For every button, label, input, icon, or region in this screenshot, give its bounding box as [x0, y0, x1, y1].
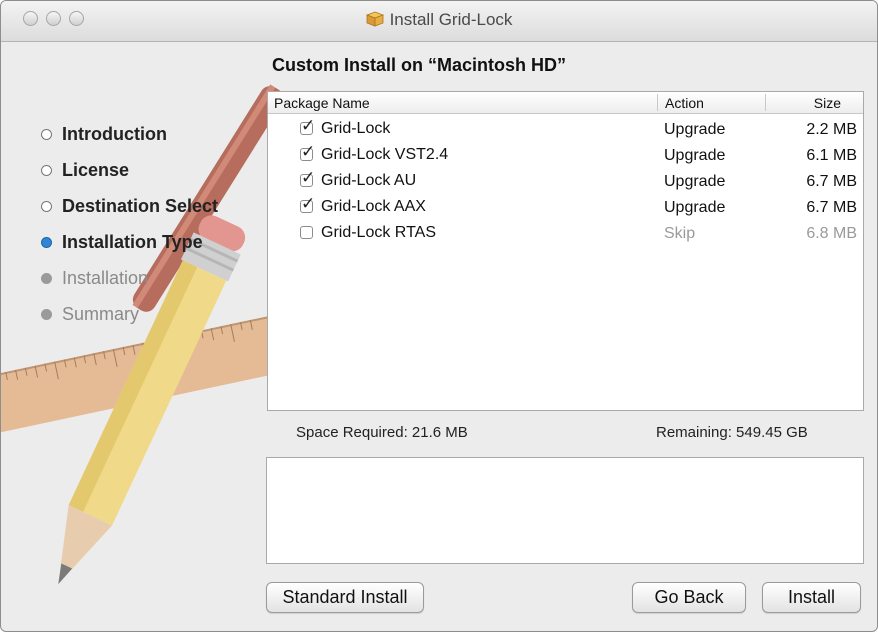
package-name: Grid-Lock RTAS	[321, 224, 436, 241]
installer-content: Introduction License Destination Select …	[1, 42, 877, 631]
standard-install-button[interactable]: Standard Install	[266, 582, 424, 613]
package-name: Grid-Lock	[321, 120, 391, 137]
remaining-space-label: Remaining: 549.45 GB	[656, 424, 808, 441]
package-icon	[365, 11, 384, 27]
package-name: Grid-Lock AAX	[321, 198, 426, 215]
table-row[interactable]: Grid-Lock RTAS Skip 6.8 MB	[268, 221, 863, 247]
package-action: Upgrade	[664, 121, 726, 138]
column-divider[interactable]	[765, 94, 766, 111]
title-bar: Install Grid-Lock	[1, 1, 877, 42]
package-checkbox[interactable]: ✓	[300, 117, 315, 135]
package-size: 6.1 MB	[806, 147, 857, 164]
step-label: License	[62, 160, 130, 180]
package-size: 6.7 MB	[806, 199, 857, 216]
step-label: Installation Type	[62, 232, 203, 252]
table-row[interactable]: ✓ Grid-Lock AU Upgrade 6.7 MB	[268, 169, 863, 195]
table-row[interactable]: ✓ Grid-Lock Upgrade 2.2 MB	[268, 117, 863, 143]
package-size: 6.8 MB	[806, 225, 857, 242]
package-description-box[interactable]	[266, 457, 864, 564]
step-label: Destination Select	[62, 196, 219, 216]
table-row[interactable]: ✓ Grid-Lock AAX Upgrade 6.7 MB	[268, 195, 863, 221]
window-title-text: Install Grid-Lock	[389, 10, 513, 29]
checkmark-icon: ✓	[301, 168, 316, 187]
package-name: Grid-Lock VST2.4	[321, 146, 449, 163]
package-action: Upgrade	[664, 173, 726, 190]
package-action: Upgrade	[664, 199, 726, 216]
step-label: Introduction	[62, 124, 167, 144]
column-header-package-name[interactable]: Package Name	[274, 95, 370, 111]
install-button[interactable]: Install	[762, 582, 861, 613]
space-required-label: Space Required: 21.6 MB	[296, 424, 468, 441]
table-header: Package Name Action Size	[268, 92, 863, 114]
package-checkbox[interactable]	[300, 226, 313, 239]
package-action: Upgrade	[664, 147, 726, 164]
column-header-action[interactable]: Action	[665, 95, 704, 111]
package-size: 6.7 MB	[806, 173, 857, 190]
step-label: Summary	[62, 304, 140, 324]
step-label: Installation	[62, 268, 149, 288]
table-row[interactable]: ✓ Grid-Lock VST2.4 Upgrade 6.1 MB	[268, 143, 863, 169]
installer-window: Install Grid-Lock Introduction License D…	[0, 0, 878, 632]
package-name: Grid-Lock AU	[321, 172, 417, 189]
column-header-size[interactable]: Size	[814, 95, 841, 111]
checkmark-icon: ✓	[301, 142, 316, 161]
step-bullet-icon	[41, 309, 52, 320]
step-bullet-icon	[41, 129, 52, 140]
package-table[interactable]: Package Name Action Size ✓ Grid-Lock Upg…	[267, 91, 864, 411]
page-title: Custom Install on “Macintosh HD”	[272, 55, 567, 75]
package-checkbox[interactable]: ✓	[300, 195, 315, 213]
column-divider[interactable]	[657, 94, 658, 111]
package-action: Skip	[664, 225, 696, 242]
window-title: Install Grid-Lock	[1, 10, 877, 30]
package-size: 2.2 MB	[806, 121, 857, 138]
step-current-bullet-icon	[41, 237, 52, 248]
package-checkbox[interactable]: ✓	[300, 169, 315, 187]
step-bullet-icon	[41, 201, 52, 212]
checkmark-icon: ✓	[301, 194, 316, 213]
checkmark-icon: ✓	[301, 116, 316, 135]
go-back-button[interactable]: Go Back	[632, 582, 746, 613]
package-checkbox[interactable]: ✓	[300, 143, 315, 161]
step-bullet-icon	[41, 165, 52, 176]
step-bullet-icon	[41, 273, 52, 284]
